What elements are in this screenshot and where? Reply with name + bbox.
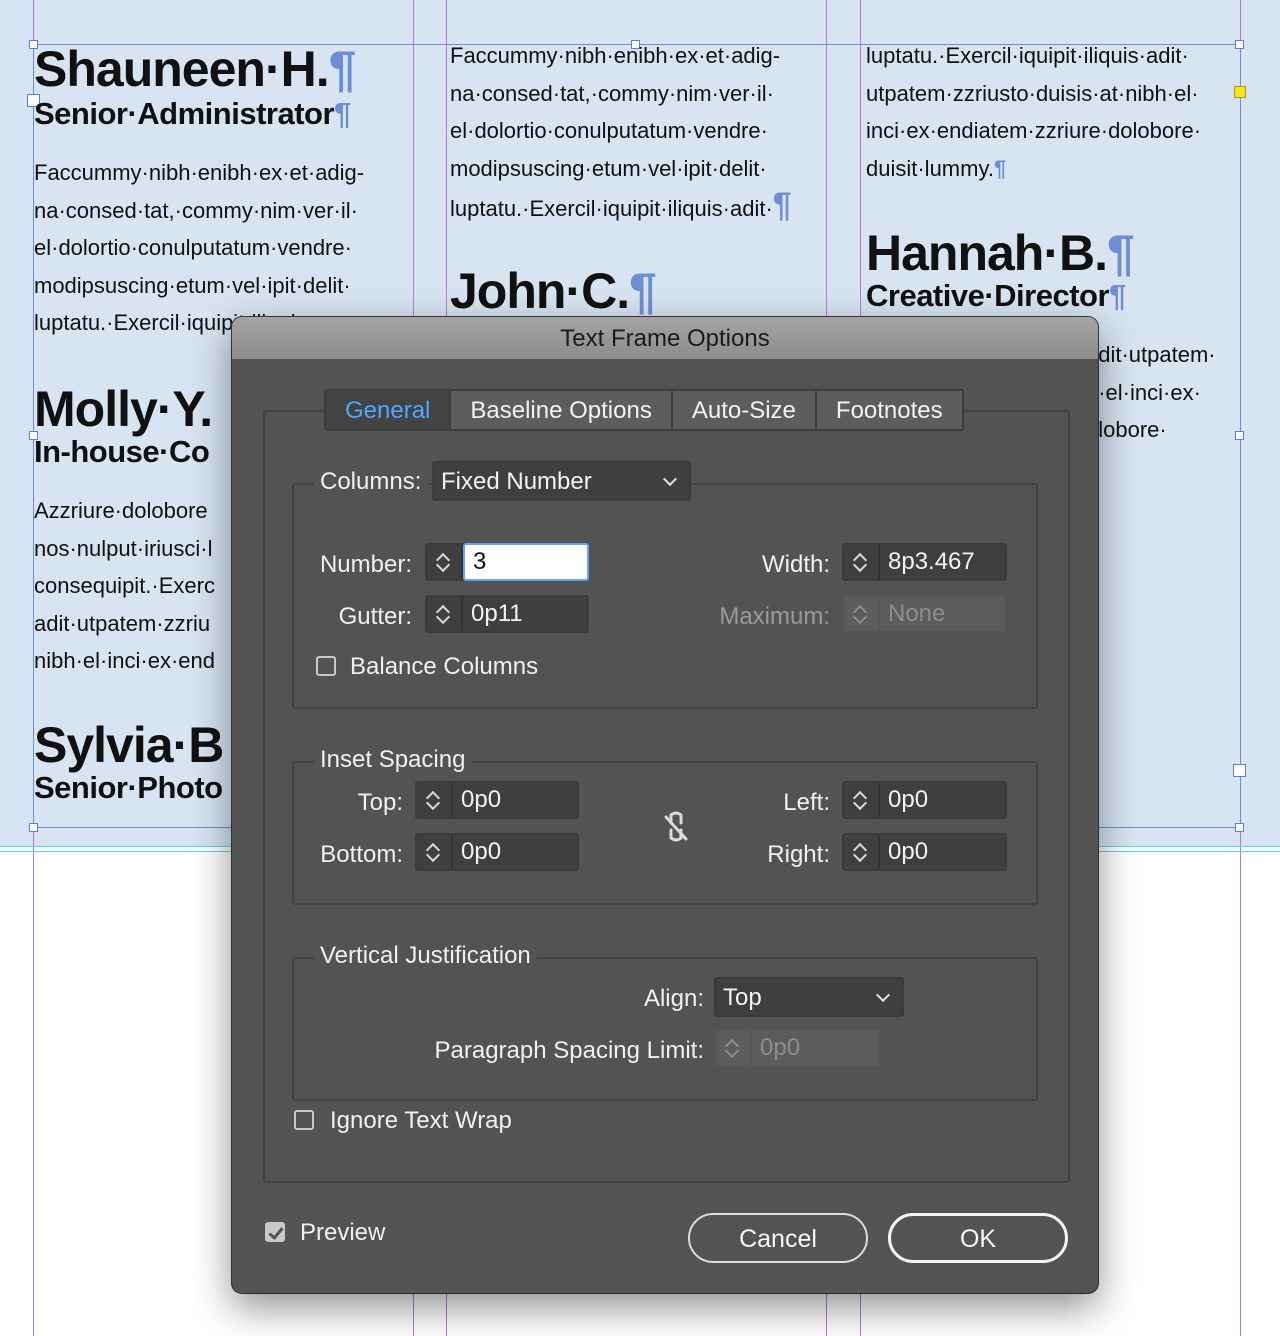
cancel-button[interactable]: Cancel	[688, 1213, 868, 1263]
pilcrow-mark: ¶	[772, 186, 792, 225]
staff-name: Molly·Y.	[34, 381, 213, 437]
frame-handle[interactable]	[1235, 431, 1244, 440]
pilcrow-mark: ¶	[334, 96, 351, 131]
vertical-justification-group	[292, 957, 1038, 1101]
dialog-title[interactable]: Text Frame Options	[232, 317, 1098, 359]
ignore-text-wrap-checkbox[interactable]	[294, 1110, 314, 1130]
staff-role: Senior·Photo	[34, 770, 223, 805]
right-input[interactable]: 0p0	[880, 835, 1005, 869]
tab-footnotes[interactable]: Footnotes	[817, 391, 962, 429]
bottom-input[interactable]: 0p0	[453, 835, 577, 869]
frame-handle[interactable]	[1235, 823, 1244, 832]
stepper-arrows-icon[interactable]	[427, 545, 463, 579]
pilcrow-mark: ¶	[629, 263, 657, 319]
preview-checkbox[interactable]	[265, 1222, 285, 1242]
body-text: luptatu.·Exercil·iquipit·iliquis·adit· u…	[866, 43, 1202, 181]
columns-type-select[interactable]: Fixed Number	[432, 461, 691, 501]
balance-columns-label[interactable]: Balance Columns	[350, 652, 538, 682]
align-select[interactable]: Top	[714, 977, 904, 1017]
top-stepper[interactable]: 0p0	[415, 781, 579, 819]
columns-type-value: Fixed Number	[441, 468, 592, 495]
tab-general[interactable]: General	[326, 391, 452, 429]
staff-name: Shauneen·H.	[34, 41, 330, 97]
gutter-input[interactable]: 0p11	[463, 597, 587, 631]
left-label: Left:	[783, 789, 830, 816]
body-text: Faccummy·nibh·enibh·ex·et·adig- na·conse…	[450, 43, 792, 225]
gutter-label: Gutter:	[338, 603, 412, 630]
paragraph-spacing-limit-stepper: 0p0	[714, 1029, 880, 1067]
maximum-label: Maximum:	[719, 603, 830, 630]
stepper-arrows-icon	[716, 1031, 752, 1065]
number-input[interactable]: 3	[463, 543, 589, 581]
bottom-stepper[interactable]: 0p0	[415, 833, 579, 871]
width-label: Width:	[761, 551, 830, 578]
stepper-arrows-icon[interactable]	[417, 835, 453, 869]
pilcrow-mark: ¶	[993, 155, 1007, 181]
number-label: Number:	[319, 551, 412, 578]
out-port-handle[interactable]	[1234, 86, 1246, 98]
stepper-arrows-icon[interactable]	[427, 597, 463, 631]
staff-name: Hannah·B.	[866, 225, 1108, 281]
number-stepper[interactable]: 3	[425, 543, 589, 581]
tab-auto-size[interactable]: Auto-Size	[673, 391, 817, 429]
chevron-down-icon	[662, 471, 678, 487]
text-frame-options-dialog: Text Frame Options General Baseline Opti…	[232, 317, 1098, 1293]
stepper-arrows-icon[interactable]	[844, 783, 880, 817]
pilcrow-mark: ¶	[1107, 225, 1135, 281]
frame-handle[interactable]	[1233, 764, 1246, 777]
left-input[interactable]: 0p0	[880, 783, 1005, 817]
stepper-arrows-icon[interactable]	[844, 545, 880, 579]
align-value: Top	[723, 984, 762, 1011]
staff-name: John·C.	[450, 263, 630, 319]
ok-button[interactable]: OK	[888, 1213, 1068, 1263]
width-stepper[interactable]: 8p3.467	[842, 543, 1007, 581]
stepper-arrows-icon[interactable]	[417, 783, 453, 817]
left-stepper[interactable]: 0p0	[842, 781, 1007, 819]
staff-role: Senior·Administrator	[34, 96, 335, 131]
preview-label[interactable]: Preview	[300, 1218, 385, 1248]
ignore-text-wrap-label[interactable]: Ignore Text Wrap	[330, 1106, 512, 1136]
maximum-stepper: None	[842, 595, 1007, 633]
bottom-label: Bottom:	[320, 841, 403, 868]
body-text: Faccummy·nibh·enibh·ex·et·adig- na·conse…	[34, 160, 365, 336]
pilcrow-mark: ¶	[328, 41, 357, 97]
top-label: Top:	[357, 789, 403, 816]
staff-name: Sylvia·B	[34, 717, 224, 773]
top-input[interactable]: 0p0	[453, 783, 577, 817]
balance-columns-checkbox[interactable]	[316, 656, 336, 676]
staff-role: Creative·Director	[866, 278, 1110, 313]
columns-label: Columns:	[314, 467, 428, 497]
tab-baseline-options[interactable]: Baseline Options	[451, 391, 673, 429]
right-stepper[interactable]: 0p0	[842, 833, 1007, 871]
gutter-stepper[interactable]: 0p11	[425, 595, 589, 633]
frame-handle[interactable]	[29, 823, 38, 832]
right-label: Right:	[767, 841, 830, 868]
vertical-justification-legend: Vertical Justification	[314, 941, 537, 971]
frame-handle[interactable]	[1235, 40, 1244, 49]
stepper-arrows-icon	[844, 597, 880, 631]
chevron-down-icon	[875, 987, 891, 1003]
staff-role: In-house·Co	[34, 434, 210, 469]
stepper-arrows-icon[interactable]	[844, 835, 880, 869]
body-text: adit·utpatem· n·el·inci·ex· olobore·	[1086, 342, 1216, 443]
body-text: Azzriure·dolobore nos·nulput·iriusci·l c…	[34, 498, 215, 674]
pilcrow-mark: ¶	[1109, 278, 1126, 313]
paragraph-spacing-limit-input: 0p0	[760, 1034, 801, 1061]
paragraph-spacing-limit-label: Paragraph Spacing Limit:	[434, 1037, 704, 1064]
tab-bar: General Baseline Options Auto-Size Footn…	[324, 389, 964, 431]
align-label: Align:	[643, 985, 704, 1012]
inset-spacing-legend: Inset Spacing	[314, 745, 472, 775]
maximum-input: None	[888, 600, 946, 627]
width-input[interactable]: 8p3.467	[880, 545, 1005, 579]
